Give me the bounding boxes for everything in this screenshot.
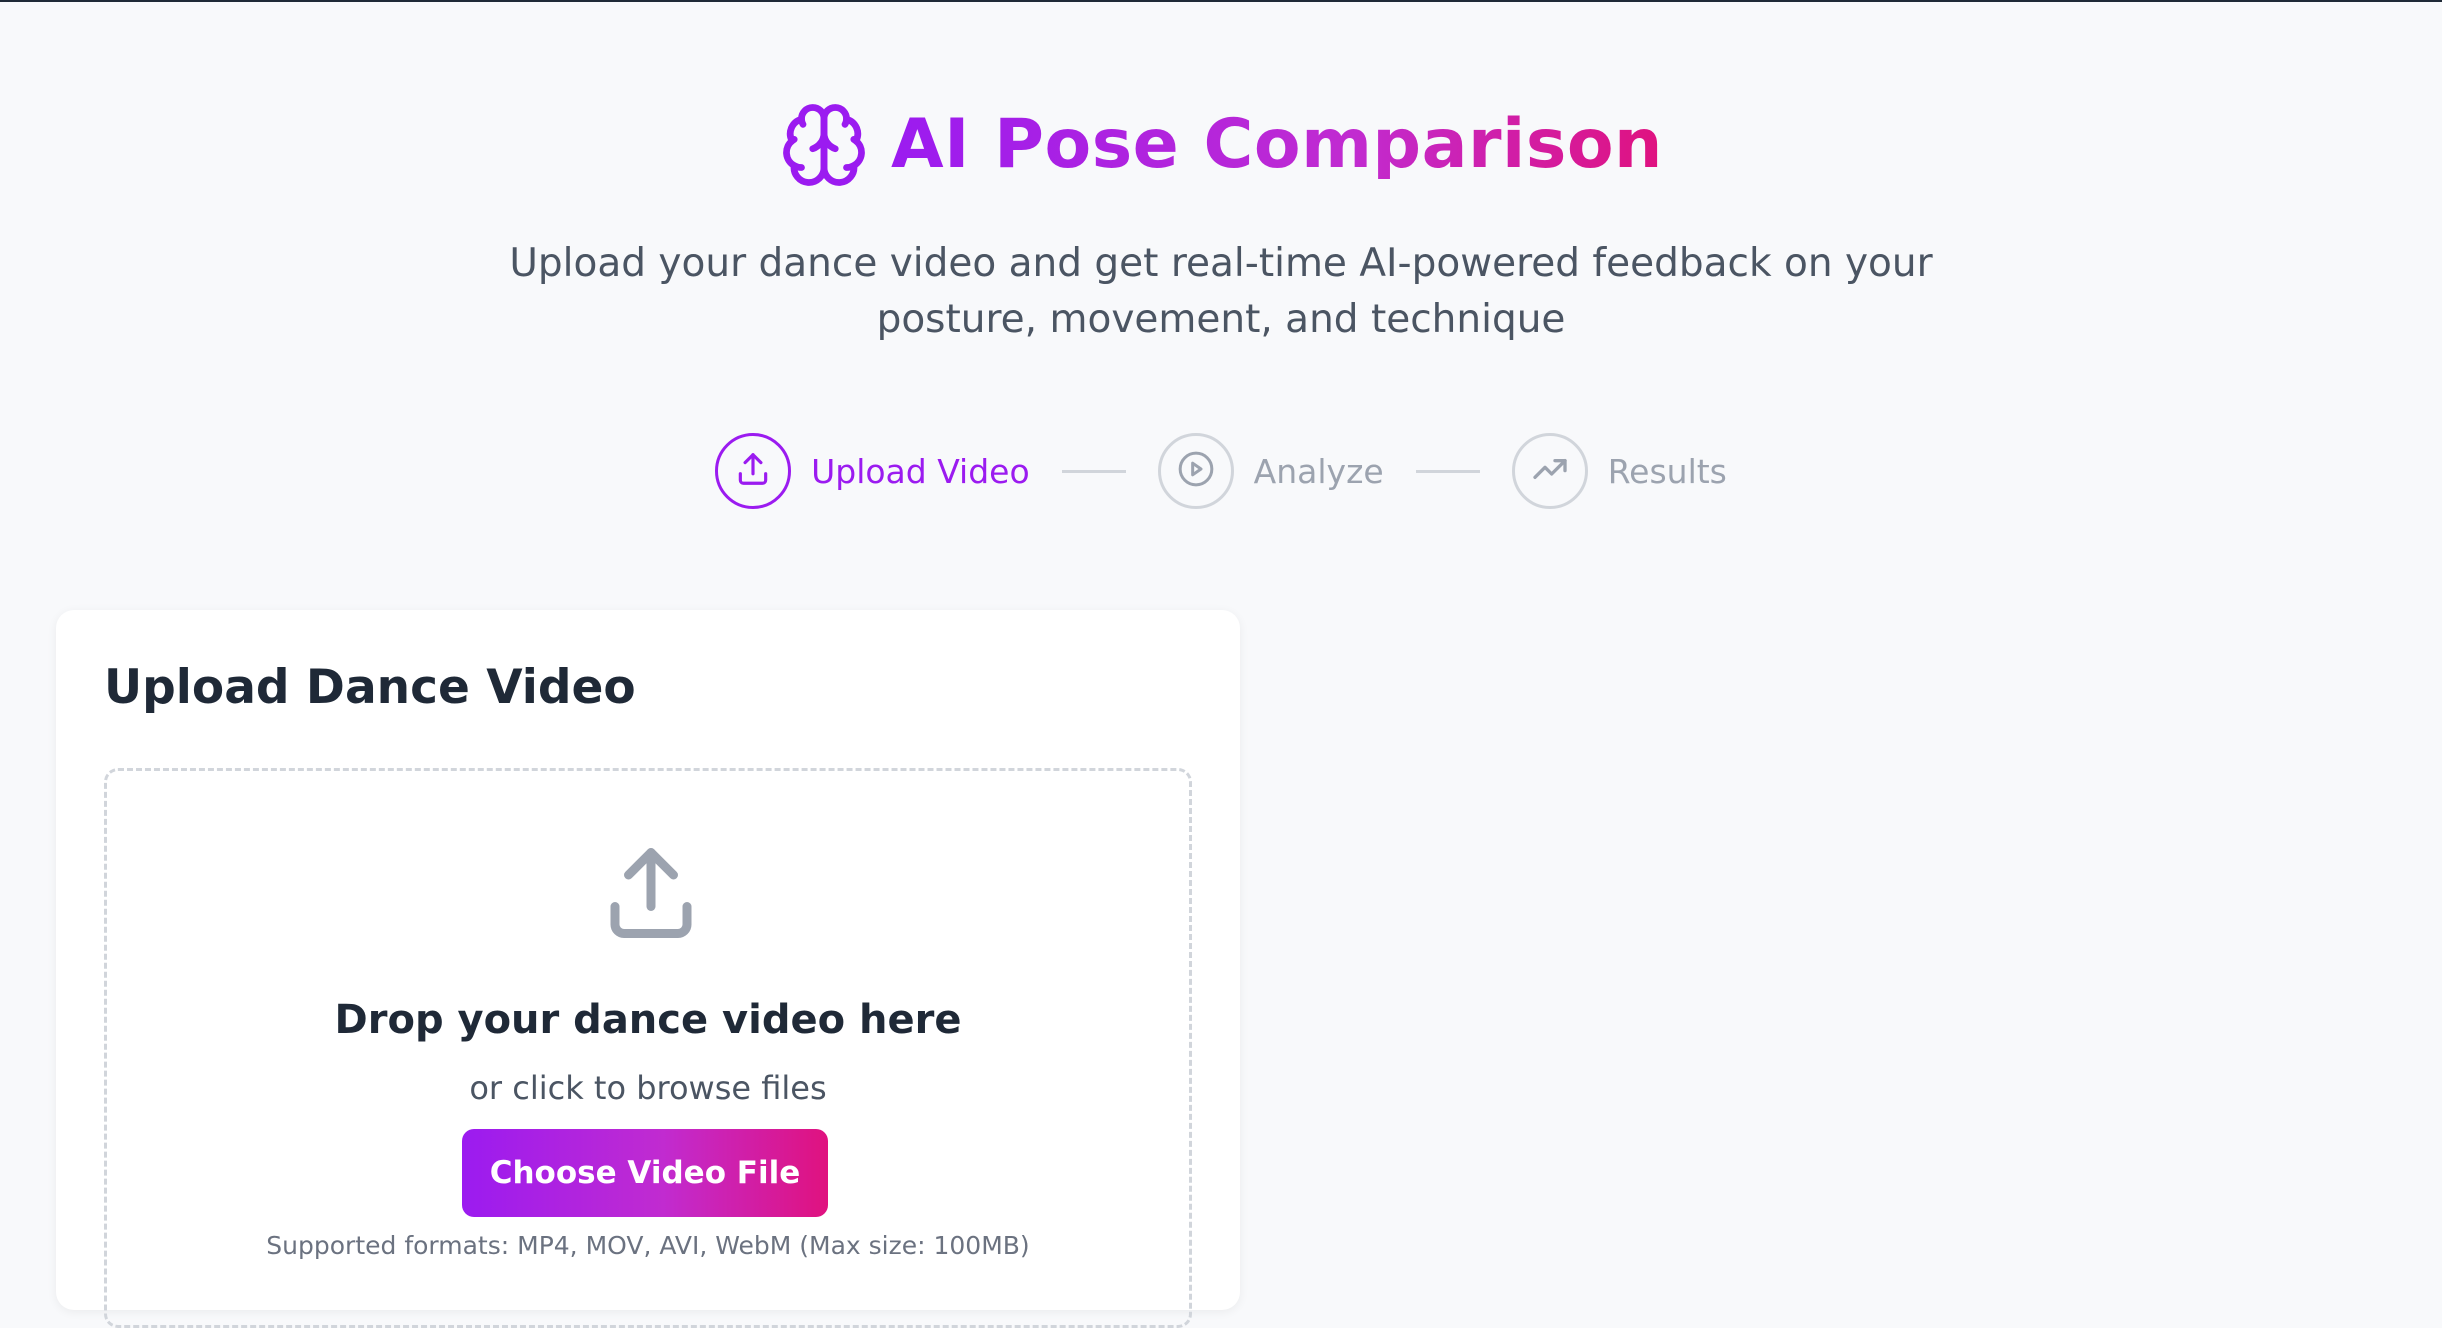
page-header: AI Pose Comparison Upload your dance vid… xyxy=(0,90,2442,348)
step-circle xyxy=(715,433,792,509)
step-upload-video[interactable]: Upload Video xyxy=(715,433,1030,509)
dropzone-subtitle: or click to browse files xyxy=(469,1069,827,1107)
brain-icon xyxy=(779,100,869,190)
play-circle-icon xyxy=(1176,449,1216,493)
card-title: Upload Dance Video xyxy=(104,660,636,715)
step-connector xyxy=(1061,469,1126,473)
step-label: Analyze xyxy=(1253,451,1384,491)
step-connector xyxy=(1415,469,1480,473)
video-dropzone[interactable]: Drop your dance video here or click to b… xyxy=(104,768,1192,1328)
dropzone-title: Drop your dance video here xyxy=(334,997,962,1043)
step-circle xyxy=(1157,433,1234,509)
step-results[interactable]: Results xyxy=(1511,433,1727,509)
step-circle xyxy=(1511,433,1588,509)
trending-up-icon xyxy=(1530,449,1570,493)
upload-card: Upload Dance Video Drop your dance video… xyxy=(56,610,1240,1328)
step-analyze[interactable]: Analyze xyxy=(1157,433,1384,509)
step-label: Upload Video xyxy=(811,451,1030,491)
upload-icon xyxy=(597,839,705,951)
progress-stepper: Upload Video Analyze Results xyxy=(0,433,2442,509)
page-title: AI Pose Comparison xyxy=(891,105,1663,184)
title-row: AI Pose Comparison xyxy=(0,90,2442,200)
upload-icon xyxy=(734,450,772,492)
step-label: Results xyxy=(1607,451,1727,491)
choose-video-file-button[interactable]: Choose Video File xyxy=(462,1129,828,1217)
page-subtitle: Upload your dance video and get real-tim… xyxy=(509,241,1933,342)
top-border xyxy=(0,0,2442,2)
